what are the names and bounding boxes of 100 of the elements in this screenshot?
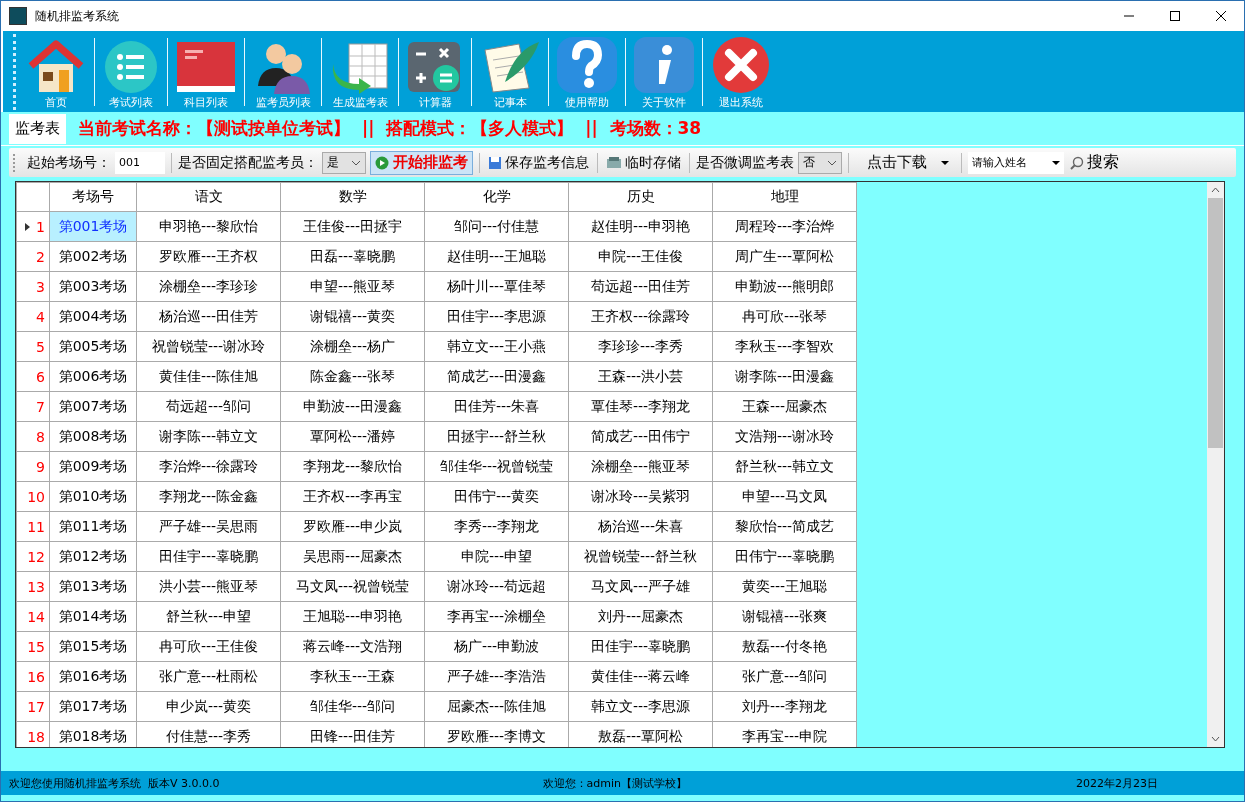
table-cell: 赵佳明---王旭聪: [424, 241, 569, 272]
row-number: 13: [27, 578, 45, 595]
table-cell: 王齐权---李再宝: [280, 481, 425, 512]
table-cell: 赵佳明---申羽艳: [568, 211, 713, 242]
table-cell[interactable]: 第003考场: [49, 271, 137, 302]
table-cell[interactable]: 第008考场: [49, 421, 137, 452]
column-header[interactable]: 语文: [136, 182, 281, 212]
play-icon: [375, 155, 389, 170]
column-header[interactable]: 化学: [424, 182, 569, 212]
table-cell: 祝曾锐莹---谢冰玲: [136, 331, 281, 362]
current-row-icon: [25, 222, 31, 231]
table-cell[interactable]: 第009考场: [49, 451, 137, 482]
status-user-text: 欢迎您：admin【测试学校】: [542, 775, 688, 791]
table-cell[interactable]: 第015考场: [49, 631, 137, 662]
table-cell: 舒兰秋---韩立文: [712, 451, 857, 482]
table-cell: 严子雄---李浩浩: [424, 661, 569, 692]
row-number: 15: [27, 638, 45, 655]
table-cell: 蒋云峰---文浩翔: [280, 631, 425, 662]
table-cell: 申院---申望: [424, 541, 569, 572]
download-button[interactable]: 点击下载: [855, 153, 955, 172]
temp-save-button[interactable]: 临时存储: [604, 153, 683, 172]
search-icon: [1070, 155, 1084, 170]
fixed-pairing-dropdown[interactable]: 是: [322, 151, 366, 174]
table-cell: 严子雄---吴思雨: [136, 511, 281, 542]
table-cell[interactable]: 第012考场: [49, 541, 137, 572]
save-button[interactable]: 保存监考信息: [486, 153, 591, 172]
table-cell: 苟远超---邹问: [136, 391, 281, 422]
table-cell: 覃阿松---潘婷: [280, 421, 425, 452]
table-cell: 洪小芸---熊亚琴: [136, 571, 281, 602]
name-search-field[interactable]: 请输入姓名: [968, 151, 1048, 174]
table-cell: 李秋玉---王森: [280, 661, 425, 692]
tab[interactable]: 监考表: [9, 113, 66, 144]
table-cell: 苟远超---田佳芳: [568, 271, 713, 302]
column-header[interactable]: 地理: [712, 182, 857, 212]
table-cell[interactable]: 第017考场: [49, 691, 137, 722]
start-room-field[interactable]: 001: [115, 151, 165, 174]
info-icon: [633, 36, 695, 94]
table-cell: 涂棚垒---熊亚琴: [568, 451, 713, 482]
exam-info-text: 当前考试名称：【测试按单位考试】 || 搭配模式：【多人模式】 || 考场数：38: [78, 117, 702, 140]
table-cell[interactable]: 第011考场: [49, 511, 137, 542]
row-number: 5: [36, 338, 45, 355]
chevron-icon: [351, 159, 361, 166]
table-cell: 田拯宇---舒兰秋: [424, 421, 569, 452]
table-cell[interactable]: 第001考场: [49, 211, 137, 242]
table-cell[interactable]: 第004考场: [49, 301, 137, 332]
table-cell[interactable]: 第007考场: [49, 391, 137, 422]
table-cell: 申院---王佳俊: [568, 241, 713, 272]
status-date-text: 2022年2月23日: [1076, 775, 1159, 791]
maximize-icon: [1169, 10, 1181, 22]
table-cell: 申望---熊亚琴: [280, 271, 425, 302]
table-cell: 简成艺---田伟宁: [568, 421, 713, 452]
table-cell: 刘丹---李翔龙: [712, 691, 857, 722]
table-cell[interactable]: 第002考场: [49, 241, 137, 272]
column-header[interactable]: 考场号: [49, 182, 137, 212]
table-cell: 涂棚垒---李珍珍: [136, 271, 281, 302]
table-cell: 黎欣怡---简成艺: [712, 511, 857, 542]
table-cell: 申勤波---田漫鑫: [280, 391, 425, 422]
table-cell: 罗欧雁---王齐权: [136, 241, 281, 272]
table-cell: 敖磊---付冬艳: [712, 631, 857, 662]
vertical-scrollbar[interactable]: [1207, 182, 1224, 747]
table-cell: 李秀---李翔龙: [424, 511, 569, 542]
table-cell: 田佳宇---李思源: [424, 301, 569, 332]
chevron-icon: [827, 159, 837, 166]
table-cell: 谢锟禧---张爽: [712, 601, 857, 632]
table-cell: 文浩翔---谢冰玲: [712, 421, 857, 452]
table-cell: 马文凤---严子雄: [568, 571, 713, 602]
search-button[interactable]: 搜索: [1068, 152, 1121, 173]
table-cell: 涂棚垒---杨广: [280, 331, 425, 362]
row-number: 7: [36, 398, 45, 415]
table-cell: 覃佳琴---李翔龙: [568, 391, 713, 422]
table-cell: 张广意---邹问: [712, 661, 857, 692]
list-icon: [102, 40, 160, 94]
table-cell[interactable]: 第010考场: [49, 481, 137, 512]
table-cell[interactable]: 第005考场: [49, 331, 137, 362]
table-cell[interactable]: 第016考场: [49, 661, 137, 692]
table-cell: 吴思雨---屈豪杰: [280, 541, 425, 572]
table-cell: 申少岚---黄奕: [136, 691, 281, 722]
column-header[interactable]: 历史: [568, 182, 713, 212]
caret-icon[interactable]: [1048, 151, 1064, 174]
table-cell: 李再宝---涂棚垒: [424, 601, 569, 632]
table-cell: 刘丹---屈豪杰: [568, 601, 713, 632]
table-cell: 黄佳佳---陈佳旭: [136, 361, 281, 392]
table-cell: 谢冰玲---吴紫羽: [568, 481, 713, 512]
table-cell: 王森---洪小芸: [568, 361, 713, 392]
row-number: 10: [27, 488, 45, 505]
table-cell: 冉可欣---张琴: [712, 301, 857, 332]
column-header[interactable]: 数学: [280, 182, 425, 212]
table-cell: 谢李陈---田漫鑫: [712, 361, 857, 392]
row-number: 12: [27, 548, 45, 565]
adjust-dropdown[interactable]: 否: [798, 151, 842, 174]
table-cell[interactable]: 第006考场: [49, 361, 137, 392]
table-cell[interactable]: 第013考场: [49, 571, 137, 602]
storage-icon: [606, 155, 622, 170]
row-number: 3: [36, 278, 45, 295]
table-cell: 韩立文---李思源: [568, 691, 713, 722]
table-cell: 李翔龙---陈金鑫: [136, 481, 281, 512]
table-cell[interactable]: 第014考场: [49, 601, 137, 632]
row-number: 4: [36, 308, 45, 325]
table-cell: 李治烨---徐露玲: [136, 451, 281, 482]
row-number: 11: [27, 518, 45, 535]
